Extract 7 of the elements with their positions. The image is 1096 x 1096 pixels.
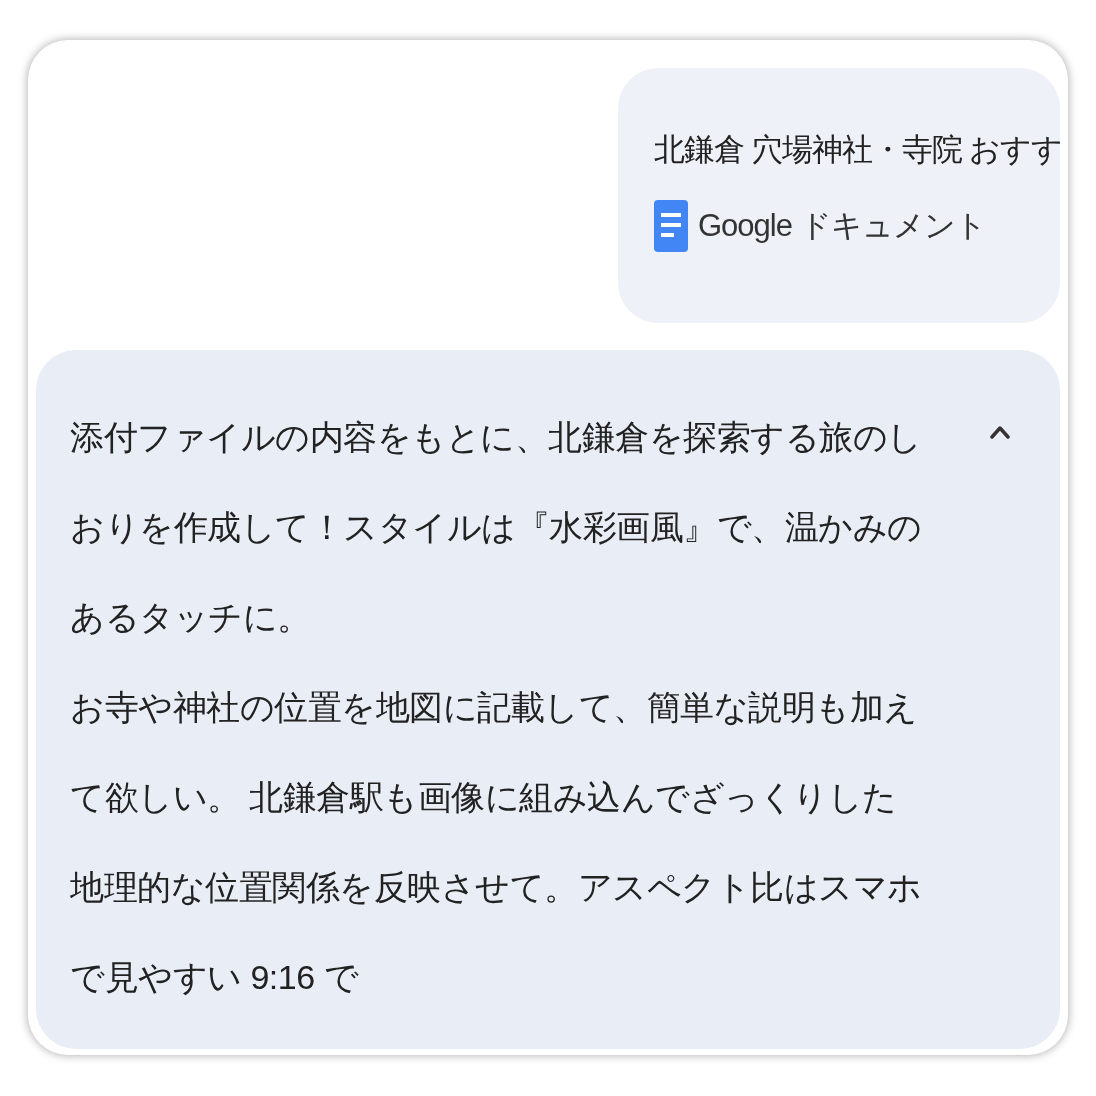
chevron-icon — [989, 425, 1011, 439]
attachment-card[interactable]: 北鎌倉 穴場神社・寺院 おすす Google ドキュメント — [618, 68, 1060, 323]
document-title: 北鎌倉 穴場神社・寺院 おすす — [654, 131, 1060, 169]
message-text: 添付ファイルの内容をもとに、北鎌倉を探索する旅のしおりを作成して！スタイルは『水彩画風』で、温かみのあるタッチに。 — [70, 417, 923, 638]
document-source: Google ドキュメント — [698, 206, 986, 245]
message-text: お寺や神社の位置を地図に記載して、簡単な説明も加えて欲しい。 北鎌倉駅も画像に組み込んでざっくりした地理的な位置関係を反映させて。アスペクト比はスマホで見やすい 9:16 で — [70, 687, 923, 998]
document-icon — [654, 200, 688, 252]
